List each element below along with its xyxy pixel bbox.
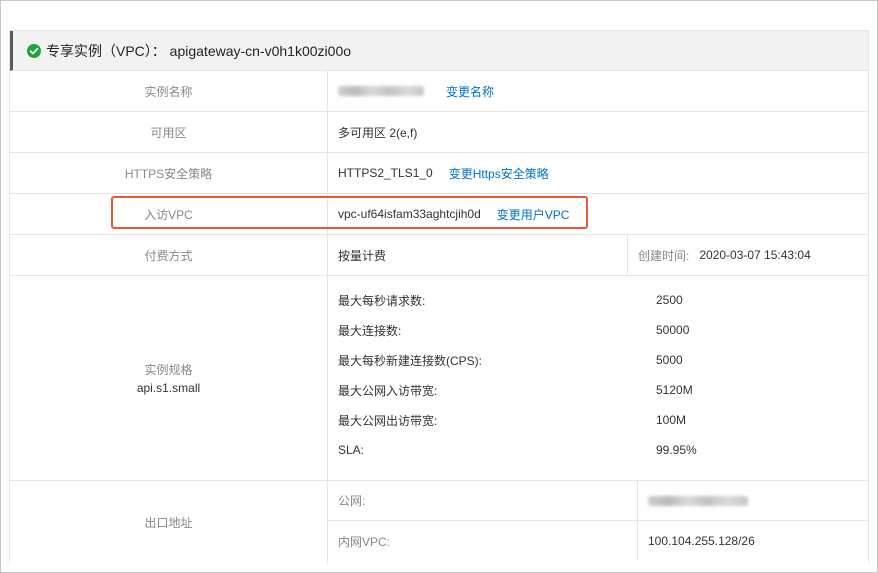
https-policy-value: HTTPS2_TLS1_0	[338, 166, 433, 180]
row-ingress-vpc: 入访VPC vpc-uf64isfam33aghtcjih0d 变更用户VPC	[10, 194, 868, 235]
egress-public-label: 公网:	[328, 481, 638, 520]
instance-detail-panel: 专享实例（VPC）： apigateway-cn-v0h1k00zi00o 实例…	[9, 30, 869, 563]
instance-name-redacted	[338, 86, 424, 96]
spec-item-value: 5000	[656, 353, 683, 367]
spec-item-name: 最大公网入访带宽:	[338, 383, 438, 398]
egress-label: 出口地址	[10, 481, 328, 563]
spec-item-value: 50000	[656, 323, 690, 337]
egress-internal-row: 内网VPC: 100.104.255.128/26	[328, 521, 868, 561]
row-zone: 可用区 多可用区 2(e,f)	[10, 112, 868, 153]
row-instance-spec: 实例规格 api.s1.small 最大每秒请求数: 2500 最大连接数: 5…	[10, 276, 868, 481]
spec-item-value: 100M	[656, 413, 687, 427]
egress-internal-value: 100.104.255.128/26	[648, 534, 755, 548]
spec-item-name: 最大每秒请求数:	[338, 293, 426, 308]
spec-item-value: 99.95%	[656, 443, 697, 457]
spec-item: SLA: 99.95%	[338, 435, 868, 465]
spec-item-name: 最大连接数:	[338, 323, 402, 338]
created-time-label: 创建时间:	[638, 248, 690, 263]
panel-header: 专享实例（VPC）： apigateway-cn-v0h1k00zi00o	[10, 31, 868, 71]
page-title: 专享实例（VPC）： apigateway-cn-v0h1k00zi00o	[46, 42, 352, 59]
change-https-policy-link[interactable]: 变更Https安全策略	[449, 165, 549, 182]
spec-item: 最大连接数: 50000	[338, 315, 868, 345]
spec-item-value: 2500	[656, 293, 683, 307]
spec-label-cell: 实例规格 api.s1.small	[10, 276, 328, 480]
ingress-vpc-label: 入访VPC	[10, 194, 328, 234]
https-policy-cell: HTTPS2_TLS1_0 变更Https安全策略	[328, 153, 868, 193]
created-time-value: 2020-03-07 15:43:04	[699, 248, 811, 262]
change-user-vpc-link[interactable]: 变更用户VPC	[497, 206, 570, 223]
billing-label: 付费方式	[10, 235, 328, 275]
instance-name-value: 变更名称	[328, 71, 868, 111]
spec-item-name: 最大每秒新建连接数(CPS):	[338, 353, 483, 368]
row-instance-name: 实例名称 变更名称	[10, 71, 868, 112]
row-egress-address: 出口地址 公网: 内网VPC: 100.104.255.128/26	[10, 481, 868, 563]
egress-subtable: 公网: 内网VPC: 100.104.255.128/26	[328, 481, 868, 563]
spec-list: 最大每秒请求数: 2500 最大连接数: 50000 最大每秒新建连接数(CPS…	[328, 276, 868, 480]
spec-label: 实例规格	[144, 363, 193, 377]
spec-item: 最大公网出访带宽: 100M	[338, 405, 868, 435]
row-https-policy: HTTPS安全策略 HTTPS2_TLS1_0 变更Https安全策略	[10, 153, 868, 194]
ingress-vpc-value: vpc-uf64isfam33aghtcjih0d	[338, 207, 481, 221]
spec-item: 最大每秒新建连接数(CPS): 5000	[338, 345, 868, 375]
spec-type: api.s1.small	[136, 381, 201, 395]
billing-value: 按量计费	[328, 235, 628, 275]
spec-item: 最大每秒请求数: 2500	[338, 285, 868, 315]
ingress-vpc-cell: vpc-uf64isfam33aghtcjih0d 变更用户VPC	[328, 194, 868, 234]
created-time-cell: 创建时间: 2020-03-07 15:43:04	[628, 235, 868, 275]
rename-link[interactable]: 变更名称	[446, 83, 494, 100]
zone-label: 可用区	[10, 112, 328, 152]
egress-internal-label: 内网VPC:	[328, 521, 638, 561]
instance-name-label: 实例名称	[10, 71, 328, 111]
egress-public-value	[638, 481, 868, 520]
public-ip-redacted	[648, 495, 748, 506]
spec-item: 最大公网入访带宽: 5120M	[338, 375, 868, 405]
spec-item-name: SLA:	[338, 443, 365, 457]
spec-item-value: 5120M	[656, 383, 693, 397]
https-policy-label: HTTPS安全策略	[10, 153, 328, 193]
check-circle-icon	[27, 43, 41, 58]
spec-item-name: 最大公网出访带宽:	[338, 413, 438, 428]
zone-value: 多可用区 2(e,f)	[338, 125, 418, 140]
row-billing: 付费方式 按量计费 创建时间: 2020-03-07 15:43:04	[10, 235, 868, 276]
egress-public-row: 公网:	[328, 481, 868, 521]
